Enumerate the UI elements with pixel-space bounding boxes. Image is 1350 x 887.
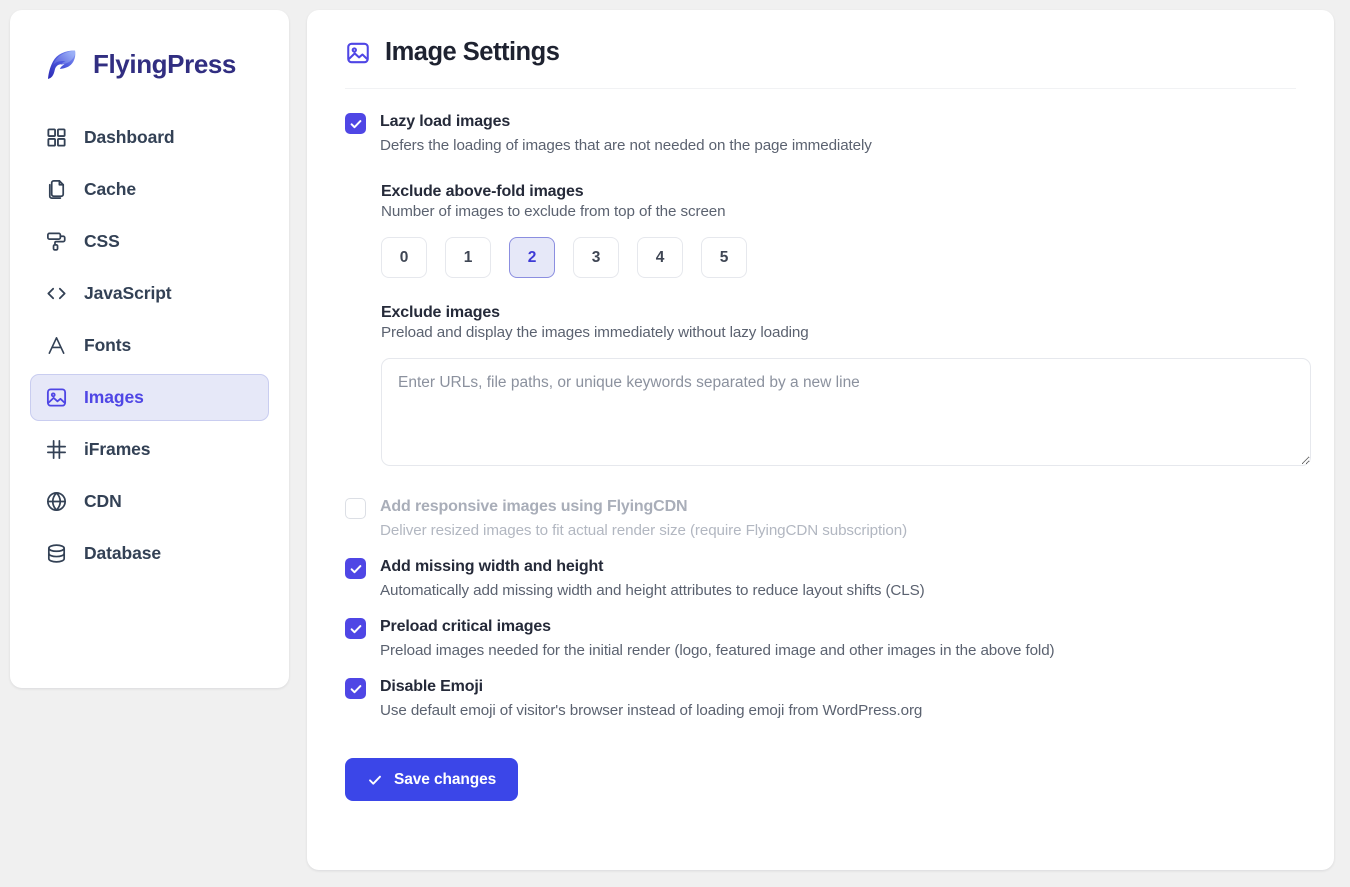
image-icon (45, 386, 68, 409)
setting-text: Disable Emoji Use default emoji of visit… (380, 676, 922, 722)
setting-description: Preload images needed for the initial re… (380, 639, 1055, 662)
app-root: FlyingPress Dashboard (0, 0, 1350, 887)
flyingpress-feather-logo-icon (42, 44, 82, 84)
check-icon (349, 682, 363, 696)
settings-list: Lazy load images Defers the loading of i… (345, 89, 1296, 801)
sidebar-item-label: CSS (84, 231, 120, 252)
setting-title: Add missing width and height (380, 556, 925, 577)
main-panel: Image Settings Lazy load images Defers t… (307, 10, 1334, 870)
setting-description: Automatically add missing width and heig… (380, 579, 925, 602)
sidebar-item-database[interactable]: Database (30, 530, 269, 577)
sidebar-item-cdn[interactable]: CDN (30, 478, 269, 525)
group-title: Exclude above-fold images (381, 183, 1296, 201)
sidebar-item-images[interactable]: Images (30, 374, 269, 421)
image-icon (345, 40, 371, 66)
brand-name: FlyingPress (93, 49, 236, 80)
brand[interactable]: FlyingPress (30, 32, 269, 88)
letter-a-icon (45, 334, 68, 357)
setting-disable-emoji: Disable Emoji Use default emoji of visit… (345, 676, 1296, 722)
sidebar-item-dashboard[interactable]: Dashboard (30, 114, 269, 161)
sidebar-item-fonts[interactable]: Fonts (30, 322, 269, 369)
above-fold-count-selector: 0 1 2 3 4 5 (381, 237, 1296, 278)
setting-description: Defers the loading of images that are no… (380, 134, 872, 157)
setting-lazy-load-images: Lazy load images Defers the loading of i… (345, 111, 1296, 157)
sidebar-item-javascript[interactable]: JavaScript (30, 270, 269, 317)
group-exclude-above-fold: Exclude above-fold images Number of imag… (381, 183, 1296, 278)
sidebar-item-label: Cache (84, 179, 136, 200)
check-icon (349, 562, 363, 576)
group-exclude-images: Exclude images Preload and display the i… (381, 304, 1296, 466)
grid-squares-icon (45, 126, 68, 149)
above-fold-option-3[interactable]: 3 (573, 237, 619, 278)
sidebar-item-css[interactable]: CSS (30, 218, 269, 265)
setting-title: Disable Emoji (380, 676, 922, 697)
sidebar-item-label: iFrames (84, 439, 150, 460)
globe-icon (45, 490, 68, 513)
setting-description: Use default emoji of visitor's browser i… (380, 699, 922, 722)
sidebar: FlyingPress Dashboard (10, 10, 289, 688)
setting-text: Add responsive images using FlyingCDN De… (380, 496, 907, 542)
sidebar-nav: Dashboard Cache (30, 114, 269, 577)
above-fold-option-4[interactable]: 4 (637, 237, 683, 278)
above-fold-option-2[interactable]: 2 (509, 237, 555, 278)
setting-preload-critical-images: Preload critical images Preload images n… (345, 616, 1296, 662)
setting-title: Add responsive images using FlyingCDN (380, 496, 907, 517)
group-title: Exclude images (381, 304, 1296, 322)
sidebar-item-label: Fonts (84, 335, 131, 356)
setting-text: Preload critical images Preload images n… (380, 616, 1055, 662)
group-description: Preload and display the images immediate… (381, 324, 1296, 341)
sidebar-item-label: Database (84, 543, 161, 564)
setting-title: Lazy load images (380, 111, 872, 132)
above-fold-option-5[interactable]: 5 (701, 237, 747, 278)
preload-critical-images-checkbox[interactable] (345, 618, 366, 639)
setting-add-missing-width-height: Add missing width and height Automatical… (345, 556, 1296, 602)
copy-documents-icon (45, 178, 68, 201)
exclude-images-textarea[interactable] (381, 358, 1311, 466)
sidebar-item-cache[interactable]: Cache (30, 166, 269, 213)
responsive-images-checkbox[interactable] (345, 498, 366, 519)
check-icon (349, 117, 363, 131)
sidebar-item-label: Images (84, 387, 144, 408)
above-fold-option-0[interactable]: 0 (381, 237, 427, 278)
sidebar-item-label: JavaScript (84, 283, 172, 304)
save-changes-button[interactable]: Save changes (345, 758, 518, 801)
frame-hash-icon (45, 438, 68, 461)
setting-text: Add missing width and height Automatical… (380, 556, 925, 602)
setting-description: Deliver resized images to fit actual ren… (380, 519, 907, 542)
check-icon (349, 622, 363, 636)
code-brackets-icon (45, 282, 68, 305)
check-icon (367, 772, 383, 788)
add-missing-width-height-checkbox[interactable] (345, 558, 366, 579)
setting-responsive-images-flyingcdn: Add responsive images using FlyingCDN De… (345, 496, 1296, 542)
setting-title: Preload critical images (380, 616, 1055, 637)
disable-emoji-checkbox[interactable] (345, 678, 366, 699)
group-description: Number of images to exclude from top of … (381, 203, 1296, 220)
paint-roller-icon (45, 230, 68, 253)
database-cylinder-icon (45, 542, 68, 565)
above-fold-option-1[interactable]: 1 (445, 237, 491, 278)
page-title: Image Settings (385, 38, 559, 67)
sidebar-item-iframes[interactable]: iFrames (30, 426, 269, 473)
sidebar-item-label: Dashboard (84, 127, 175, 148)
setting-text: Lazy load images Defers the loading of i… (380, 111, 872, 157)
sidebar-item-label: CDN (84, 491, 122, 512)
page-header: Image Settings (345, 38, 1296, 89)
lazy-load-images-checkbox[interactable] (345, 113, 366, 134)
save-changes-label: Save changes (394, 771, 496, 789)
